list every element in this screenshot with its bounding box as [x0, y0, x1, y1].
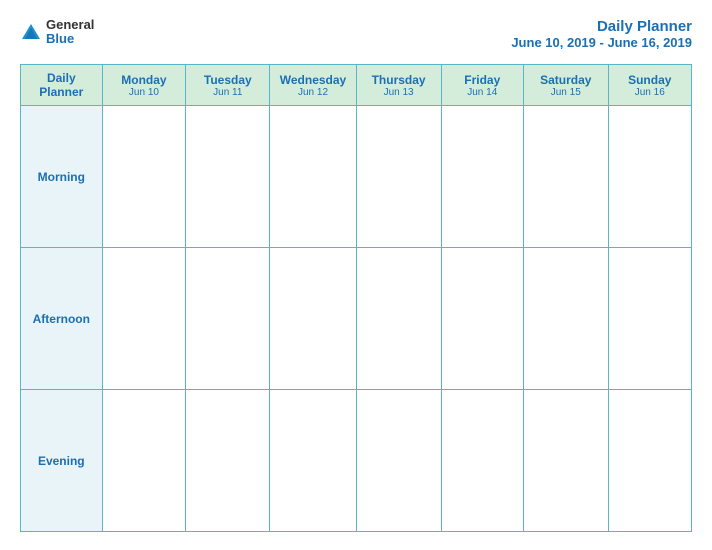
evening-friday[interactable]: [441, 390, 524, 532]
afternoon-label: Afternoon: [21, 248, 103, 390]
col-header-monday: Monday Jun 10: [102, 65, 186, 106]
planner-table: Daily Planner Monday Jun 10 Tuesday Jun …: [20, 64, 692, 532]
logo-general-text: General: [46, 18, 94, 32]
morning-saturday[interactable]: [524, 106, 608, 248]
afternoon-wednesday[interactable]: [270, 248, 356, 390]
morning-wednesday[interactable]: [270, 106, 356, 248]
evening-wednesday[interactable]: [270, 390, 356, 532]
afternoon-tuesday[interactable]: [186, 248, 270, 390]
evening-tuesday[interactable]: [186, 390, 270, 532]
page: General Blue Daily Planner June 10, 2019…: [0, 0, 712, 550]
logo-icon: [20, 21, 42, 43]
morning-tuesday[interactable]: [186, 106, 270, 248]
logo-text: General Blue: [46, 18, 94, 47]
afternoon-sunday[interactable]: [608, 248, 692, 390]
header: General Blue Daily Planner June 10, 2019…: [20, 18, 692, 50]
title-block: Daily Planner June 10, 2019 - June 16, 2…: [511, 18, 692, 50]
col-header-wednesday: Wednesday Jun 12: [270, 65, 356, 106]
morning-row: Morning: [21, 106, 692, 248]
col-header-thursday: Thursday Jun 13: [356, 65, 441, 106]
afternoon-row: Afternoon: [21, 248, 692, 390]
header-row: Daily Planner Monday Jun 10 Tuesday Jun …: [21, 65, 692, 106]
evening-saturday[interactable]: [524, 390, 608, 532]
logo-blue-text: Blue: [46, 32, 94, 46]
evening-thursday[interactable]: [356, 390, 441, 532]
afternoon-friday[interactable]: [441, 248, 524, 390]
morning-monday[interactable]: [102, 106, 186, 248]
morning-label: Morning: [21, 106, 103, 248]
afternoon-thursday[interactable]: [356, 248, 441, 390]
col-header-saturday: Saturday Jun 15: [524, 65, 608, 106]
afternoon-saturday[interactable]: [524, 248, 608, 390]
evening-row: Evening: [21, 390, 692, 532]
morning-friday[interactable]: [441, 106, 524, 248]
morning-thursday[interactable]: [356, 106, 441, 248]
evening-label: Evening: [21, 390, 103, 532]
morning-sunday[interactable]: [608, 106, 692, 248]
col-header-label: Daily Planner: [21, 65, 103, 106]
evening-monday[interactable]: [102, 390, 186, 532]
evening-sunday[interactable]: [608, 390, 692, 532]
logo: General Blue: [20, 18, 94, 47]
planner-title: Daily Planner: [511, 18, 692, 35]
col-header-friday: Friday Jun 14: [441, 65, 524, 106]
planner-date-range: June 10, 2019 - June 16, 2019: [511, 35, 692, 50]
col-header-tuesday: Tuesday Jun 11: [186, 65, 270, 106]
afternoon-monday[interactable]: [102, 248, 186, 390]
col-header-sunday: Sunday Jun 16: [608, 65, 692, 106]
